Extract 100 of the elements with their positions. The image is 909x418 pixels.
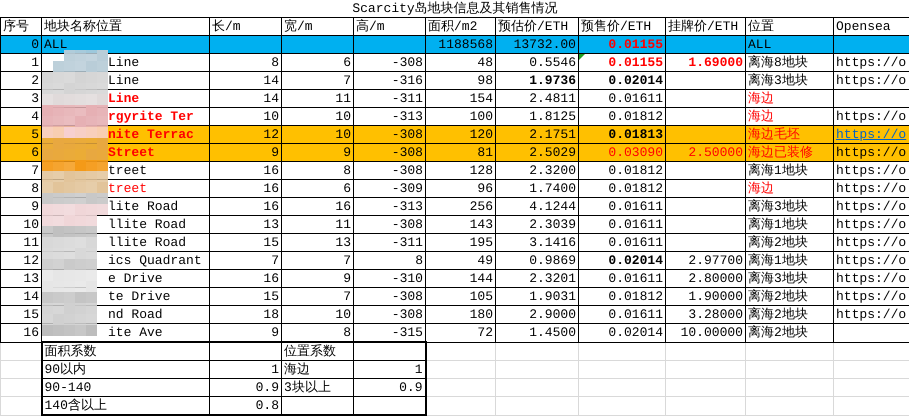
table-cell: -316	[354, 72, 426, 90]
table-cell: 16	[210, 162, 282, 180]
table-cell: 15	[210, 234, 282, 252]
table-cell: 120	[426, 126, 496, 144]
table-cell: 1.7400	[496, 180, 578, 198]
table-cell: 离海3地块	[746, 198, 834, 216]
table-cell: 180	[426, 306, 496, 324]
table-cell: 14	[210, 90, 282, 108]
table-cell: https://o	[834, 288, 909, 306]
table-cell: 2.50000	[666, 144, 746, 162]
table-cell: 1	[210, 360, 282, 378]
table-cell: 0.9869	[496, 252, 578, 270]
table-cell: 海边	[746, 180, 834, 198]
table-cell: 3.1416	[496, 234, 578, 252]
table-cell: 离海2地块	[746, 306, 834, 324]
table-cell: 13732.00	[496, 36, 578, 54]
table-cell: 海边	[746, 90, 834, 108]
table-cell: 离海1地块	[746, 216, 834, 234]
table-cell: 11	[282, 216, 354, 234]
table-cell: https://o	[834, 216, 909, 234]
table-cell: 16	[0, 324, 42, 342]
table-cell: 5	[0, 126, 42, 144]
table-cell: https://o	[834, 198, 909, 216]
table-cell: ALL	[746, 36, 834, 54]
table-cell: 7	[210, 252, 282, 270]
table-cell: 90-140	[42, 378, 210, 396]
table-cell: 8	[282, 162, 354, 180]
table-cell: 81	[426, 144, 496, 162]
table-cell: 2.97700	[666, 252, 746, 270]
table-cell: 0.01611	[578, 306, 666, 324]
table-cell: 15	[210, 288, 282, 306]
table-cell: 12	[210, 126, 282, 144]
table-cell: 8	[354, 252, 426, 270]
table-cell: -308	[354, 306, 426, 324]
table-cell: 11	[282, 90, 354, 108]
table-cell: 9	[210, 144, 282, 162]
table-cell: -309	[354, 180, 426, 198]
table-cell: 1.90000	[666, 288, 746, 306]
table-cell: 位置系数	[282, 342, 354, 360]
table-cell: -308	[354, 144, 426, 162]
table-cell: 18	[210, 306, 282, 324]
table-cell: 0.9	[210, 378, 282, 396]
table-cell: 0.01812	[578, 288, 666, 306]
table-cell: 0	[0, 36, 42, 54]
table-cell: 2.80000	[666, 270, 746, 288]
table-cell: 90以内	[42, 360, 210, 378]
table-cell: 2.1751	[496, 126, 578, 144]
table-cell: 6	[0, 144, 42, 162]
table-cell: 0.01611	[578, 270, 666, 288]
table-cell: 7	[282, 252, 354, 270]
table-cell: 面积系数	[42, 342, 210, 360]
table-cell: 0.01611	[578, 90, 666, 108]
table-cell: -308	[354, 126, 426, 144]
table-cell: 144	[426, 270, 496, 288]
link-cell[interactable]: https://o	[834, 126, 909, 144]
table-cell: 0.5546	[496, 54, 578, 72]
table-cell: 1188568	[426, 36, 496, 54]
table-cell: https://o	[834, 144, 909, 162]
table-cell: https://o	[834, 72, 909, 90]
table-cell: 海边已装修	[746, 144, 834, 162]
table-cell: 140含以上	[42, 396, 210, 415]
table-cell: 1.4500	[496, 324, 578, 342]
table-cell: 13	[210, 216, 282, 234]
table-cell: 13	[282, 234, 354, 252]
table-cell: 195	[426, 234, 496, 252]
table-cell: 离海3地块	[746, 72, 834, 90]
table-cell: 0.9	[354, 378, 426, 396]
table-cell: 离海8地块	[746, 54, 834, 72]
table-cell: 0.01155	[578, 54, 666, 72]
table-cell: https://o	[834, 180, 909, 198]
table-cell: 0.01611	[578, 198, 666, 216]
table-cell: 离海1地块	[746, 162, 834, 180]
table-cell: 14	[210, 72, 282, 90]
table-cell: 离海3地块	[746, 270, 834, 288]
table-cell: 7	[282, 288, 354, 306]
table-cell: 0.02014	[578, 252, 666, 270]
table-cell: 0.01812	[578, 180, 666, 198]
table-cell: -308	[354, 288, 426, 306]
table-cell: 9	[282, 144, 354, 162]
table-cell: https://o	[834, 306, 909, 324]
sheet-title: Scarcity岛地块信息及其销售情况	[0, 0, 909, 18]
table-cell: 0.01813	[578, 126, 666, 144]
table-cell: -311	[354, 90, 426, 108]
table-cell: 9	[282, 270, 354, 288]
table-cell: 2.5029	[496, 144, 578, 162]
table-cell: 16	[210, 270, 282, 288]
table-cell: 1	[354, 360, 426, 378]
table-cell: 1.69000	[666, 54, 746, 72]
table-cell: 2.4811	[496, 90, 578, 108]
table-cell: 0.02014	[578, 324, 666, 342]
table-cell: -313	[354, 198, 426, 216]
table-cell: 98	[426, 72, 496, 90]
table-cell: -311	[354, 234, 426, 252]
table-cell: 10	[282, 126, 354, 144]
table-cell: 离海2地块	[746, 234, 834, 252]
table-cell: 6	[282, 54, 354, 72]
table-cell: 1	[0, 54, 42, 72]
table-cell: 16	[210, 198, 282, 216]
table-cell: 10	[282, 306, 354, 324]
table-cell: 2.3200	[496, 162, 578, 180]
